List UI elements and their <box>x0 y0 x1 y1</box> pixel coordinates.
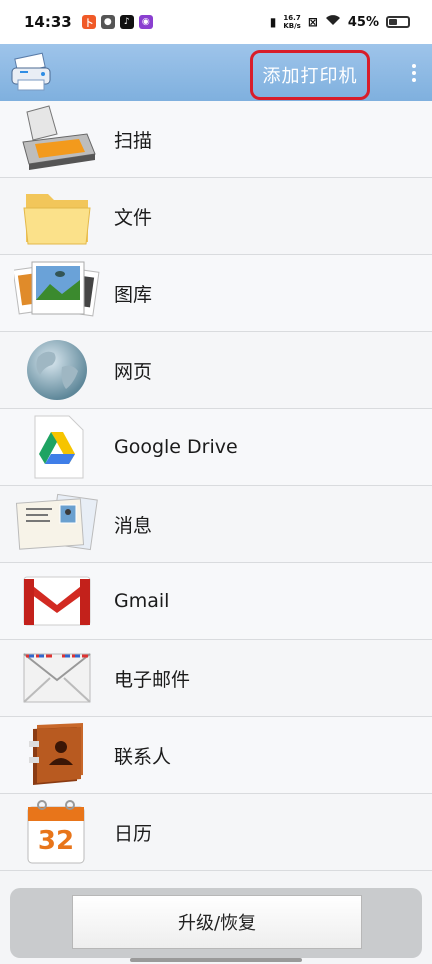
list-item-calendar[interactable]: 32 日历 <box>0 794 432 871</box>
app-bar: 添加打印机 <box>0 44 432 101</box>
list-item-label: Google Drive <box>114 436 238 458</box>
list-item-label: 日历 <box>114 822 153 845</box>
list-item-gmail[interactable]: Gmail <box>0 563 432 640</box>
messages-icon <box>12 488 102 560</box>
list-item-label: 电子邮件 <box>114 668 191 691</box>
list-item-scan[interactable]: 扫描 <box>0 101 432 178</box>
contacts-icon <box>12 719 102 791</box>
notification-app-icon: ● <box>100 15 115 29</box>
calendar-day-text: 32 <box>38 826 74 856</box>
list-item-messages[interactable]: 消息 <box>0 486 432 563</box>
list-item-gallery[interactable]: 图库 <box>0 255 432 332</box>
list-item-google-drive[interactable]: Google Drive <box>0 409 432 486</box>
list-item-label: 联系人 <box>114 745 172 768</box>
list-item-label: 图库 <box>114 283 153 306</box>
gallery-icon <box>12 257 102 329</box>
calendar-icon: 32 <box>12 796 102 868</box>
list-item-label: 文件 <box>114 206 153 229</box>
list-item-label: 消息 <box>114 514 153 537</box>
list-item-web[interactable]: 网页 <box>0 332 432 409</box>
notification-app-icon: 卜 <box>81 15 96 29</box>
scanner-icon <box>12 103 102 175</box>
upgrade-restore-button[interactable]: 升级/恢复 <box>72 895 362 949</box>
printer-app-logo-icon <box>10 50 54 94</box>
folder-icon <box>12 180 102 252</box>
home-indicator[interactable] <box>130 958 302 962</box>
more-options-icon[interactable] <box>410 64 418 82</box>
notification-app-icon: ◉ <box>138 15 153 29</box>
globe-icon <box>12 334 102 406</box>
sim-icon: ⊠ <box>307 15 318 29</box>
tiktok-icon: ♪ <box>119 15 134 29</box>
status-bar: 14:33 卜 ● ♪ ◉ ▮ 16.7 KB/s ⊠ 45% <box>0 0 432 44</box>
list-item-label: 扫描 <box>114 129 153 152</box>
list-item-contacts[interactable]: 联系人 <box>0 717 432 794</box>
google-drive-icon <box>12 411 102 483</box>
email-icon <box>12 642 102 714</box>
battery-percent: 45% <box>347 14 379 30</box>
add-printer-button[interactable]: 添加打印机 <box>250 50 370 100</box>
network-speed: 16.7 KB/s <box>283 14 301 30</box>
list-item-file[interactable]: 文件 <box>0 178 432 255</box>
print-source-list: 扫描 文件 图库 网页 Google Drive 消息 Gmail 电子邮件 联… <box>0 101 432 871</box>
list-item-label: Gmail <box>114 590 170 612</box>
wifi-icon <box>325 14 341 30</box>
list-item-label: 网页 <box>114 360 153 383</box>
battery-icon <box>386 16 410 28</box>
list-item-email[interactable]: 电子邮件 <box>0 640 432 717</box>
bottom-bar: 升级/恢复 <box>10 888 422 958</box>
status-time: 14:33 <box>24 13 72 31</box>
vibrate-icon: ▮ <box>269 15 277 29</box>
gmail-icon <box>12 565 102 637</box>
